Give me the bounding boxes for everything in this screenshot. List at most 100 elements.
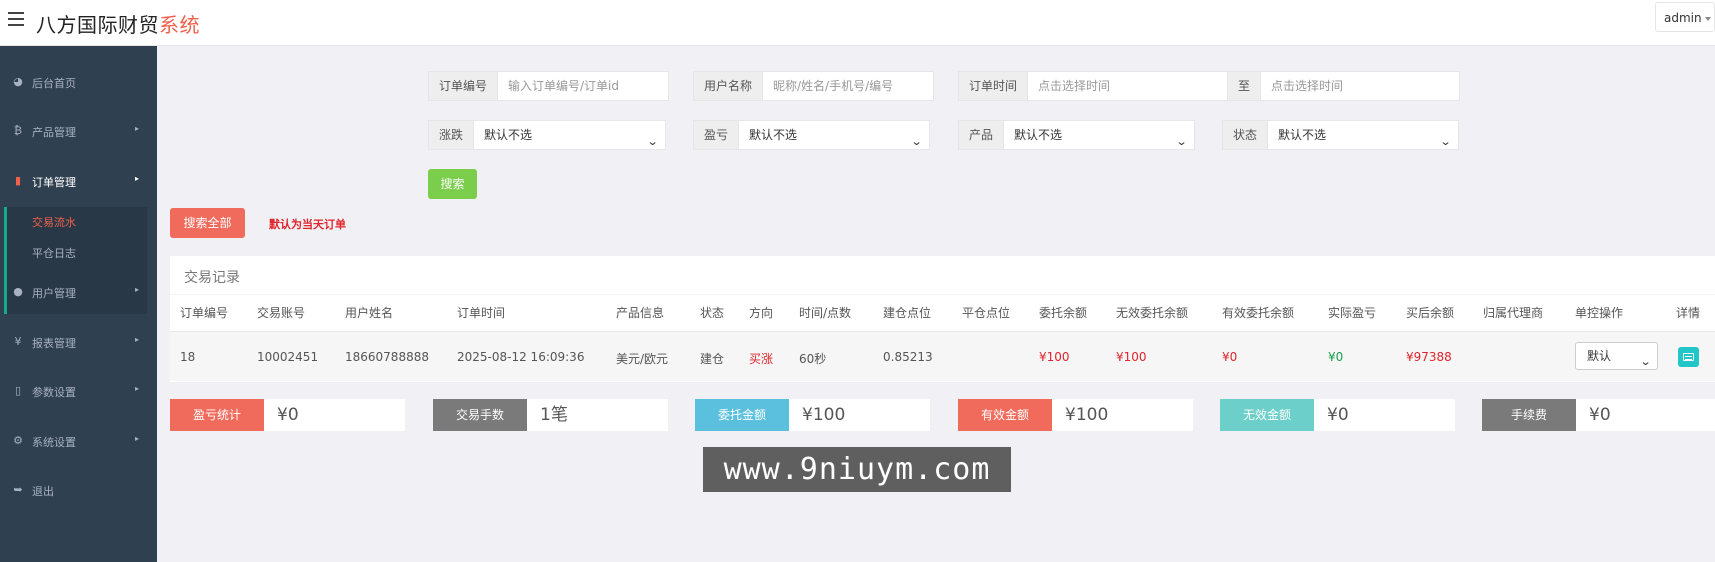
sidebar-item-label: 系统设置 [32,436,76,449]
sidebar-item-reports[interactable]: ¥ 报表管理 ▸ [0,322,157,362]
sidebar-item-orders[interactable]: ▮ 订单管理 ▸ [0,161,157,201]
cell-product: 美元/欧元 [616,352,669,366]
chevron-down-icon: ⌄ [646,135,659,148]
stat-entrust-amount: 委托金额 ¥100 [695,399,930,431]
column-header: 买后余额 [1406,306,1455,320]
menu-toggle-icon[interactable] [8,12,24,26]
cell-entrust: ¥100 [1039,350,1070,364]
status-select[interactable]: 默认不选 ⌄ [1268,120,1459,150]
stat-valid-amount: 有效金额 ¥100 [958,399,1193,431]
column-header: 交易账号 [257,306,306,320]
column-header: 订单时间 [457,306,506,320]
chevron-down-icon: ⌄ [1439,135,1452,148]
sidebar-item-label: 参数设置 [32,386,76,399]
trade-records-panel: 交易记录 订单编号 交易账号 用户姓名 订单时间 产品信息 状态 方向 时间/点… [170,256,1715,382]
cell-invalid-entrust: ¥100 [1116,350,1147,364]
panel-title: 交易记录 [184,270,240,286]
chevron-right-icon: ▸ [134,384,139,393]
chevron-right-icon: ▸ [134,434,139,443]
sidebar-item-products[interactable]: ₿ 产品管理 ▸ [0,111,157,151]
stat-label: 手续费 [1482,399,1576,431]
column-header: 状态 [700,306,725,320]
select-value: 默认不选 [1278,128,1327,142]
product-select[interactable]: 默认不选 ⌄ [1004,120,1195,150]
cell-open-price: 0.85213 [883,350,933,364]
filter-label: 产品 [958,120,1005,150]
cell-valid-entrust: ¥0 [1222,350,1238,364]
column-header: 委托余额 [1039,306,1088,320]
sidebar-item-label: 后台首页 [32,77,76,90]
stat-trade-lots: 交易手数 1笔 [433,399,668,431]
chevron-right-icon: ▸ [134,285,139,294]
sidebar-item-params[interactable]: ▯ 参数设置 ▸ [0,371,157,411]
column-header: 建仓点位 [883,306,932,320]
bitcoin-icon: ₿ [13,124,23,137]
cell-user: 18660788888 [345,350,429,364]
chevron-right-icon: ▸ [134,335,139,344]
stat-value: 1笔 [527,399,668,431]
sidebar-subitem-close-log[interactable]: 平仓日志 [32,245,76,261]
profit-select[interactable]: 默认不选 ⌄ [739,120,930,150]
column-header: 实际盈亏 [1328,306,1377,320]
sidebar-item-label: 报表管理 [32,337,76,350]
column-header: 单控操作 [1575,306,1624,320]
chevron-down-icon: ⌄ [910,135,923,148]
control-select[interactable]: 默认 ⌄ [1575,342,1658,370]
chevron-right-icon: ▸ [134,174,139,183]
stat-value: ¥0 [1314,399,1455,431]
app-title-main: 八方国际财贸 [36,13,159,37]
column-header: 平仓点位 [962,306,1011,320]
select-value: 默认 [1587,349,1612,363]
column-header: 详情 [1676,306,1701,320]
end-time-input[interactable] [1261,71,1460,101]
sidebar-item-users[interactable]: ● 用户管理 ▸ [0,272,157,312]
column-header: 有效委托余额 [1222,306,1295,320]
sidebar-item-home[interactable]: ◕ 后台首页 [0,62,157,102]
cell-direction: 买涨 [749,352,774,366]
search-all-button[interactable]: 搜索全部 [170,208,245,238]
order-no-input[interactable] [498,71,670,101]
user-menu-button[interactable]: admin [1655,2,1715,32]
filter-updown: 涨跌 默认不选 ⌄ [428,120,666,150]
select-value: 默认不选 [1014,128,1063,142]
filter-label: 订单时间 [958,71,1029,101]
divider [170,294,1715,295]
stat-label: 有效金额 [958,399,1052,431]
sidebar-item-label: 用户管理 [32,287,76,300]
column-header: 归属代理商 [1483,306,1544,320]
sidebar-item-logout[interactable]: ➥ 退出 [0,470,157,510]
stat-profit-loss: 盈亏统计 ¥0 [170,399,405,431]
cell-duration: 60秒 [799,352,827,366]
app-title: 八方国际财贸系统 [36,9,200,38]
column-header: 订单编号 [180,306,229,320]
stat-label: 盈亏统计 [170,399,264,431]
username-input[interactable] [763,71,935,101]
sidebar-item-system[interactable]: ⚙ 系统设置 ▸ [0,421,157,461]
filter-label: 涨跌 [428,120,475,150]
sidebar-subitem-trade-flow[interactable]: 交易流水 [32,214,76,230]
sidebar-item-label: 退出 [32,485,54,498]
filter-label: 用户名称 [693,71,764,101]
cell-after-balance: ¥97388 [1406,350,1452,364]
updown-select[interactable]: 默认不选 ⌄ [474,120,666,150]
filter-order-time: 订单时间 [958,71,1228,101]
detail-button[interactable] [1678,347,1699,367]
column-header: 时间/点数 [799,306,852,320]
filter-label: 盈亏 [693,120,740,150]
stat-label: 委托金额 [695,399,789,431]
cell-order-no: 18 [180,350,196,364]
cell-account: 10002451 [257,350,319,364]
chevron-down-icon: ⌄ [1639,355,1652,368]
app-title-accent: 系统 [159,13,200,37]
user-icon: ● [13,285,23,298]
stat-invalid-amount: 无效金额 ¥0 [1220,399,1455,431]
sidebar-item-label: 订单管理 [32,176,76,189]
default-note: 默认为当天订单 [269,218,346,231]
search-button[interactable]: 搜索 [428,169,477,199]
chevron-down-icon: ⌄ [1175,135,1188,148]
filter-label: 状态 [1222,120,1269,150]
column-header: 方向 [749,306,774,320]
start-time-input[interactable] [1028,71,1228,101]
signout-icon: ➥ [13,483,23,496]
stat-value: ¥0 [264,399,405,431]
